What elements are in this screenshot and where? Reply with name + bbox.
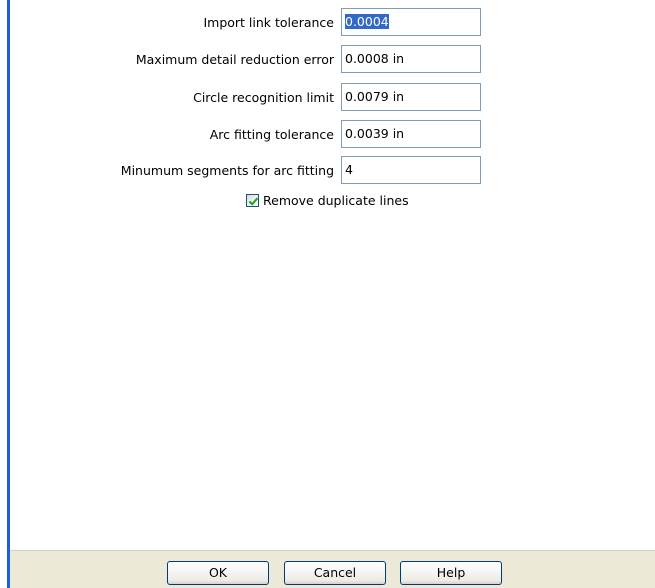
checkmark-icon bbox=[248, 197, 259, 206]
min-segments-input[interactable]: 4 bbox=[341, 156, 481, 184]
ok-button[interactable]: OK bbox=[167, 561, 269, 585]
arc-fitting-tolerance-label: Arc fitting tolerance bbox=[209, 127, 334, 142]
arc-fitting-tolerance-input[interactable]: 0.0039 in bbox=[341, 120, 481, 148]
import-link-tolerance-value: 0.0004 bbox=[345, 14, 389, 29]
help-button[interactable]: Help bbox=[400, 561, 502, 585]
remove-duplicates-option[interactable]: Remove duplicate lines bbox=[246, 192, 506, 212]
max-detail-reduction-row: Maximum detail reduction error 0.0008 in bbox=[10, 45, 655, 75]
import-link-tolerance-input[interactable]: 0.0004 bbox=[341, 8, 481, 36]
min-segments-row: Minumum segments for arc fitting 4 bbox=[10, 156, 655, 186]
circle-recognition-row: Circle recognition limit 0.0079 in bbox=[10, 83, 655, 113]
max-detail-reduction-input[interactable]: 0.0008 in bbox=[341, 45, 481, 73]
import-link-tolerance-label: Import link tolerance bbox=[203, 15, 334, 30]
remove-duplicates-label: Remove duplicate lines bbox=[263, 193, 409, 208]
window-left-border bbox=[0, 0, 10, 588]
import-link-tolerance-row: Import link tolerance 0.0004 bbox=[10, 8, 655, 38]
min-segments-label: Minumum segments for arc fitting bbox=[120, 163, 334, 178]
arc-fitting-tolerance-row: Arc fitting tolerance 0.0039 in bbox=[10, 120, 655, 150]
remove-duplicates-checkbox[interactable] bbox=[246, 194, 259, 207]
dialog-button-bar: OK Cancel Help bbox=[10, 550, 655, 588]
circle-recognition-input[interactable]: 0.0079 in bbox=[341, 83, 481, 111]
settings-form: Import link tolerance 0.0004 Maximum det… bbox=[10, 0, 655, 538]
cancel-button[interactable]: Cancel bbox=[284, 561, 386, 585]
import-settings-dialog: Import link tolerance 0.0004 Maximum det… bbox=[0, 0, 655, 588]
circle-recognition-label: Circle recognition limit bbox=[193, 90, 334, 105]
max-detail-reduction-label: Maximum detail reduction error bbox=[135, 52, 334, 67]
